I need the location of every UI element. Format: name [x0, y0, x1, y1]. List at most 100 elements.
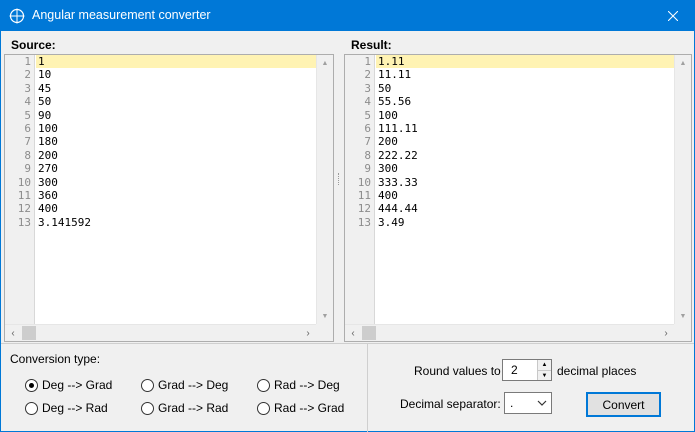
radio-label: Deg --> Rad	[42, 401, 108, 415]
text-line[interactable]: 333.33	[376, 176, 674, 189]
result-text[interactable]: 1.11 11.11 50 55.56 100 111.11 200 222.22 300 333…	[376, 55, 674, 324]
radio-label: Rad --> Deg	[274, 378, 340, 392]
text-line[interactable]: 10	[36, 68, 316, 81]
line-number: 9	[24, 162, 31, 176]
radio-circle[interactable]	[25, 378, 38, 392]
source-horizontal-scrollbar[interactable]: ‹ ›	[5, 324, 316, 341]
text-line[interactable]: 1.11	[376, 55, 674, 69]
conversion-type-group: Conversion type: Deg --> Grad Grad --> D…	[1, 344, 368, 432]
radio-deg-to-rad[interactable]: Deg --> Rad	[25, 401, 108, 415]
radio-grad-to-rad[interactable]: Grad --> Rad	[141, 401, 228, 415]
source-text[interactable]: 1 10 45 50 90 100 180 200 270 300 360 400 3.141592	[36, 55, 316, 324]
result-vertical-scrollbar[interactable]: ▲ ▼	[674, 55, 691, 324]
convert-button[interactable]: Convert	[586, 392, 661, 417]
line-number: 8	[24, 148, 31, 162]
line-number: 1	[364, 55, 371, 68]
triangle-up-icon[interactable]: ▲	[675, 55, 691, 71]
text-line[interactable]: 55.56	[376, 95, 674, 108]
radio-circle[interactable]	[257, 401, 270, 415]
close-button[interactable]	[651, 0, 695, 31]
text-line[interactable]: 50	[36, 95, 316, 108]
source-vertical-scrollbar[interactable]: ▲ ▼	[316, 55, 333, 324]
text-line[interactable]: 50	[376, 82, 674, 95]
line-number: 5	[24, 108, 31, 122]
text-line[interactable]: 400	[376, 189, 674, 202]
text-line[interactable]: 1	[36, 55, 316, 69]
line-number: 6	[364, 121, 371, 135]
round-values-label: Round values to	[414, 364, 501, 378]
radio-rad-to-grad[interactable]: Rad --> Grad	[257, 401, 344, 415]
line-number: 2	[364, 68, 371, 82]
radio-label: Rad --> Grad	[274, 401, 345, 415]
crosshair-icon	[9, 8, 25, 24]
conversion-type-label: Conversion type:	[10, 352, 101, 366]
text-line[interactable]: 11.11	[376, 68, 674, 81]
line-number: 7	[24, 135, 31, 149]
text-line[interactable]: 3.141592	[36, 216, 316, 229]
radio-circle[interactable]	[25, 401, 38, 415]
text-line[interactable]: 180	[36, 135, 316, 148]
scroll-corner	[316, 324, 333, 341]
text-line[interactable]: 222.22	[376, 149, 674, 162]
radio-label: Grad --> Rad	[158, 401, 229, 415]
window-title: Angular measurement converter	[32, 8, 211, 22]
text-line[interactable]: 45	[36, 82, 316, 95]
result-scroll-thumb[interactable]	[362, 326, 376, 340]
text-line[interactable]: 360	[36, 189, 316, 202]
line-number: 2	[24, 68, 31, 82]
radio-circle[interactable]	[141, 401, 154, 415]
text-line[interactable]: 444.44	[376, 202, 674, 215]
chevron-right-icon[interactable]: ›	[300, 325, 316, 341]
chevron-left-icon[interactable]: ‹	[345, 325, 361, 341]
line-number: 5	[364, 108, 371, 122]
radio-label: Deg --> Grad	[42, 378, 113, 392]
radio-deg-to-grad[interactable]: Deg --> Grad	[25, 378, 112, 392]
decimal-separator-select[interactable]: .	[504, 392, 552, 414]
round-value[interactable]: 2	[511, 363, 518, 377]
line-number: 11	[17, 188, 31, 202]
line-number: 4	[364, 95, 371, 109]
text-line[interactable]: 3.49	[376, 216, 674, 229]
title-bar: Angular measurement converter	[0, 0, 695, 31]
options-group: Round values to 2 ▲ ▼ decimal places Dec…	[369, 344, 694, 432]
radio-circle[interactable]	[141, 378, 154, 392]
radio-rad-to-deg[interactable]: Rad --> Deg	[257, 378, 340, 392]
triangle-down-icon[interactable]: ▼	[537, 370, 551, 380]
text-line[interactable]: 270	[36, 162, 316, 175]
line-number: 3	[24, 81, 31, 95]
scroll-corner	[674, 324, 691, 341]
decimal-separator-label: Decimal separator:	[400, 397, 501, 411]
result-horizontal-scrollbar[interactable]: ‹ ›	[345, 324, 674, 341]
line-number: 1	[24, 55, 31, 68]
decimal-places-label: decimal places	[557, 364, 637, 378]
text-line[interactable]: 400	[36, 202, 316, 215]
triangle-up-icon[interactable]: ▲	[317, 55, 333, 71]
result-pane: Result: 1 2 3 4 5 6 7 8 9 10 11 12 13 1.11 11.11 50 55.…	[341, 33, 694, 342]
radio-circle[interactable]	[257, 378, 270, 392]
triangle-down-icon[interactable]: ▼	[675, 308, 691, 324]
result-gutter: 1 2 3 4 5 6 7 8 9 10 11 12 13	[345, 55, 375, 324]
radio-grad-to-deg[interactable]: Grad --> Deg	[141, 378, 228, 392]
chevron-right-icon[interactable]: ›	[658, 325, 674, 341]
text-line[interactable]: 90	[36, 109, 316, 122]
text-line[interactable]: 111.11	[376, 122, 674, 135]
text-line[interactable]: 200	[376, 135, 674, 148]
source-editor[interactable]: 1 2 3 4 5 6 7 8 9 10 11 12 13 1 10 45 50 90 100 180 200 270 3…	[4, 54, 334, 342]
line-number: 9	[364, 162, 371, 176]
chevron-left-icon[interactable]: ‹	[5, 325, 21, 341]
triangle-up-icon[interactable]: ▲	[537, 360, 551, 370]
text-line[interactable]: 300	[36, 176, 316, 189]
round-spinbox[interactable]: 2 ▲ ▼	[502, 359, 552, 381]
line-number: 7	[364, 135, 371, 149]
radio-label: Grad --> Deg	[158, 378, 229, 392]
close-icon	[668, 10, 678, 21]
triangle-down-icon[interactable]: ▼	[317, 308, 333, 324]
text-line[interactable]: 100	[36, 122, 316, 135]
line-number: 10	[357, 175, 371, 189]
text-line[interactable]: 100	[376, 109, 674, 122]
result-editor[interactable]: 1 2 3 4 5 6 7 8 9 10 11 12 13 1.11 11.11 50 55.56 100 111…	[344, 54, 692, 342]
text-line[interactable]: 300	[376, 162, 674, 175]
source-scroll-thumb[interactable]	[22, 326, 36, 340]
source-gutter: 1 2 3 4 5 6 7 8 9 10 11 12 13	[5, 55, 35, 324]
text-line[interactable]: 200	[36, 149, 316, 162]
